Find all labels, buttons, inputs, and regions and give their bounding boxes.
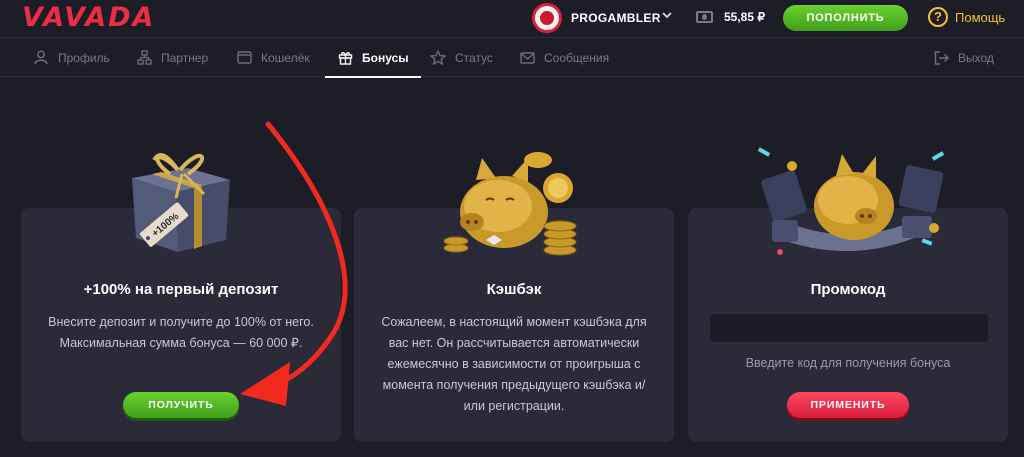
annotation-arrow	[240, 121, 348, 406]
